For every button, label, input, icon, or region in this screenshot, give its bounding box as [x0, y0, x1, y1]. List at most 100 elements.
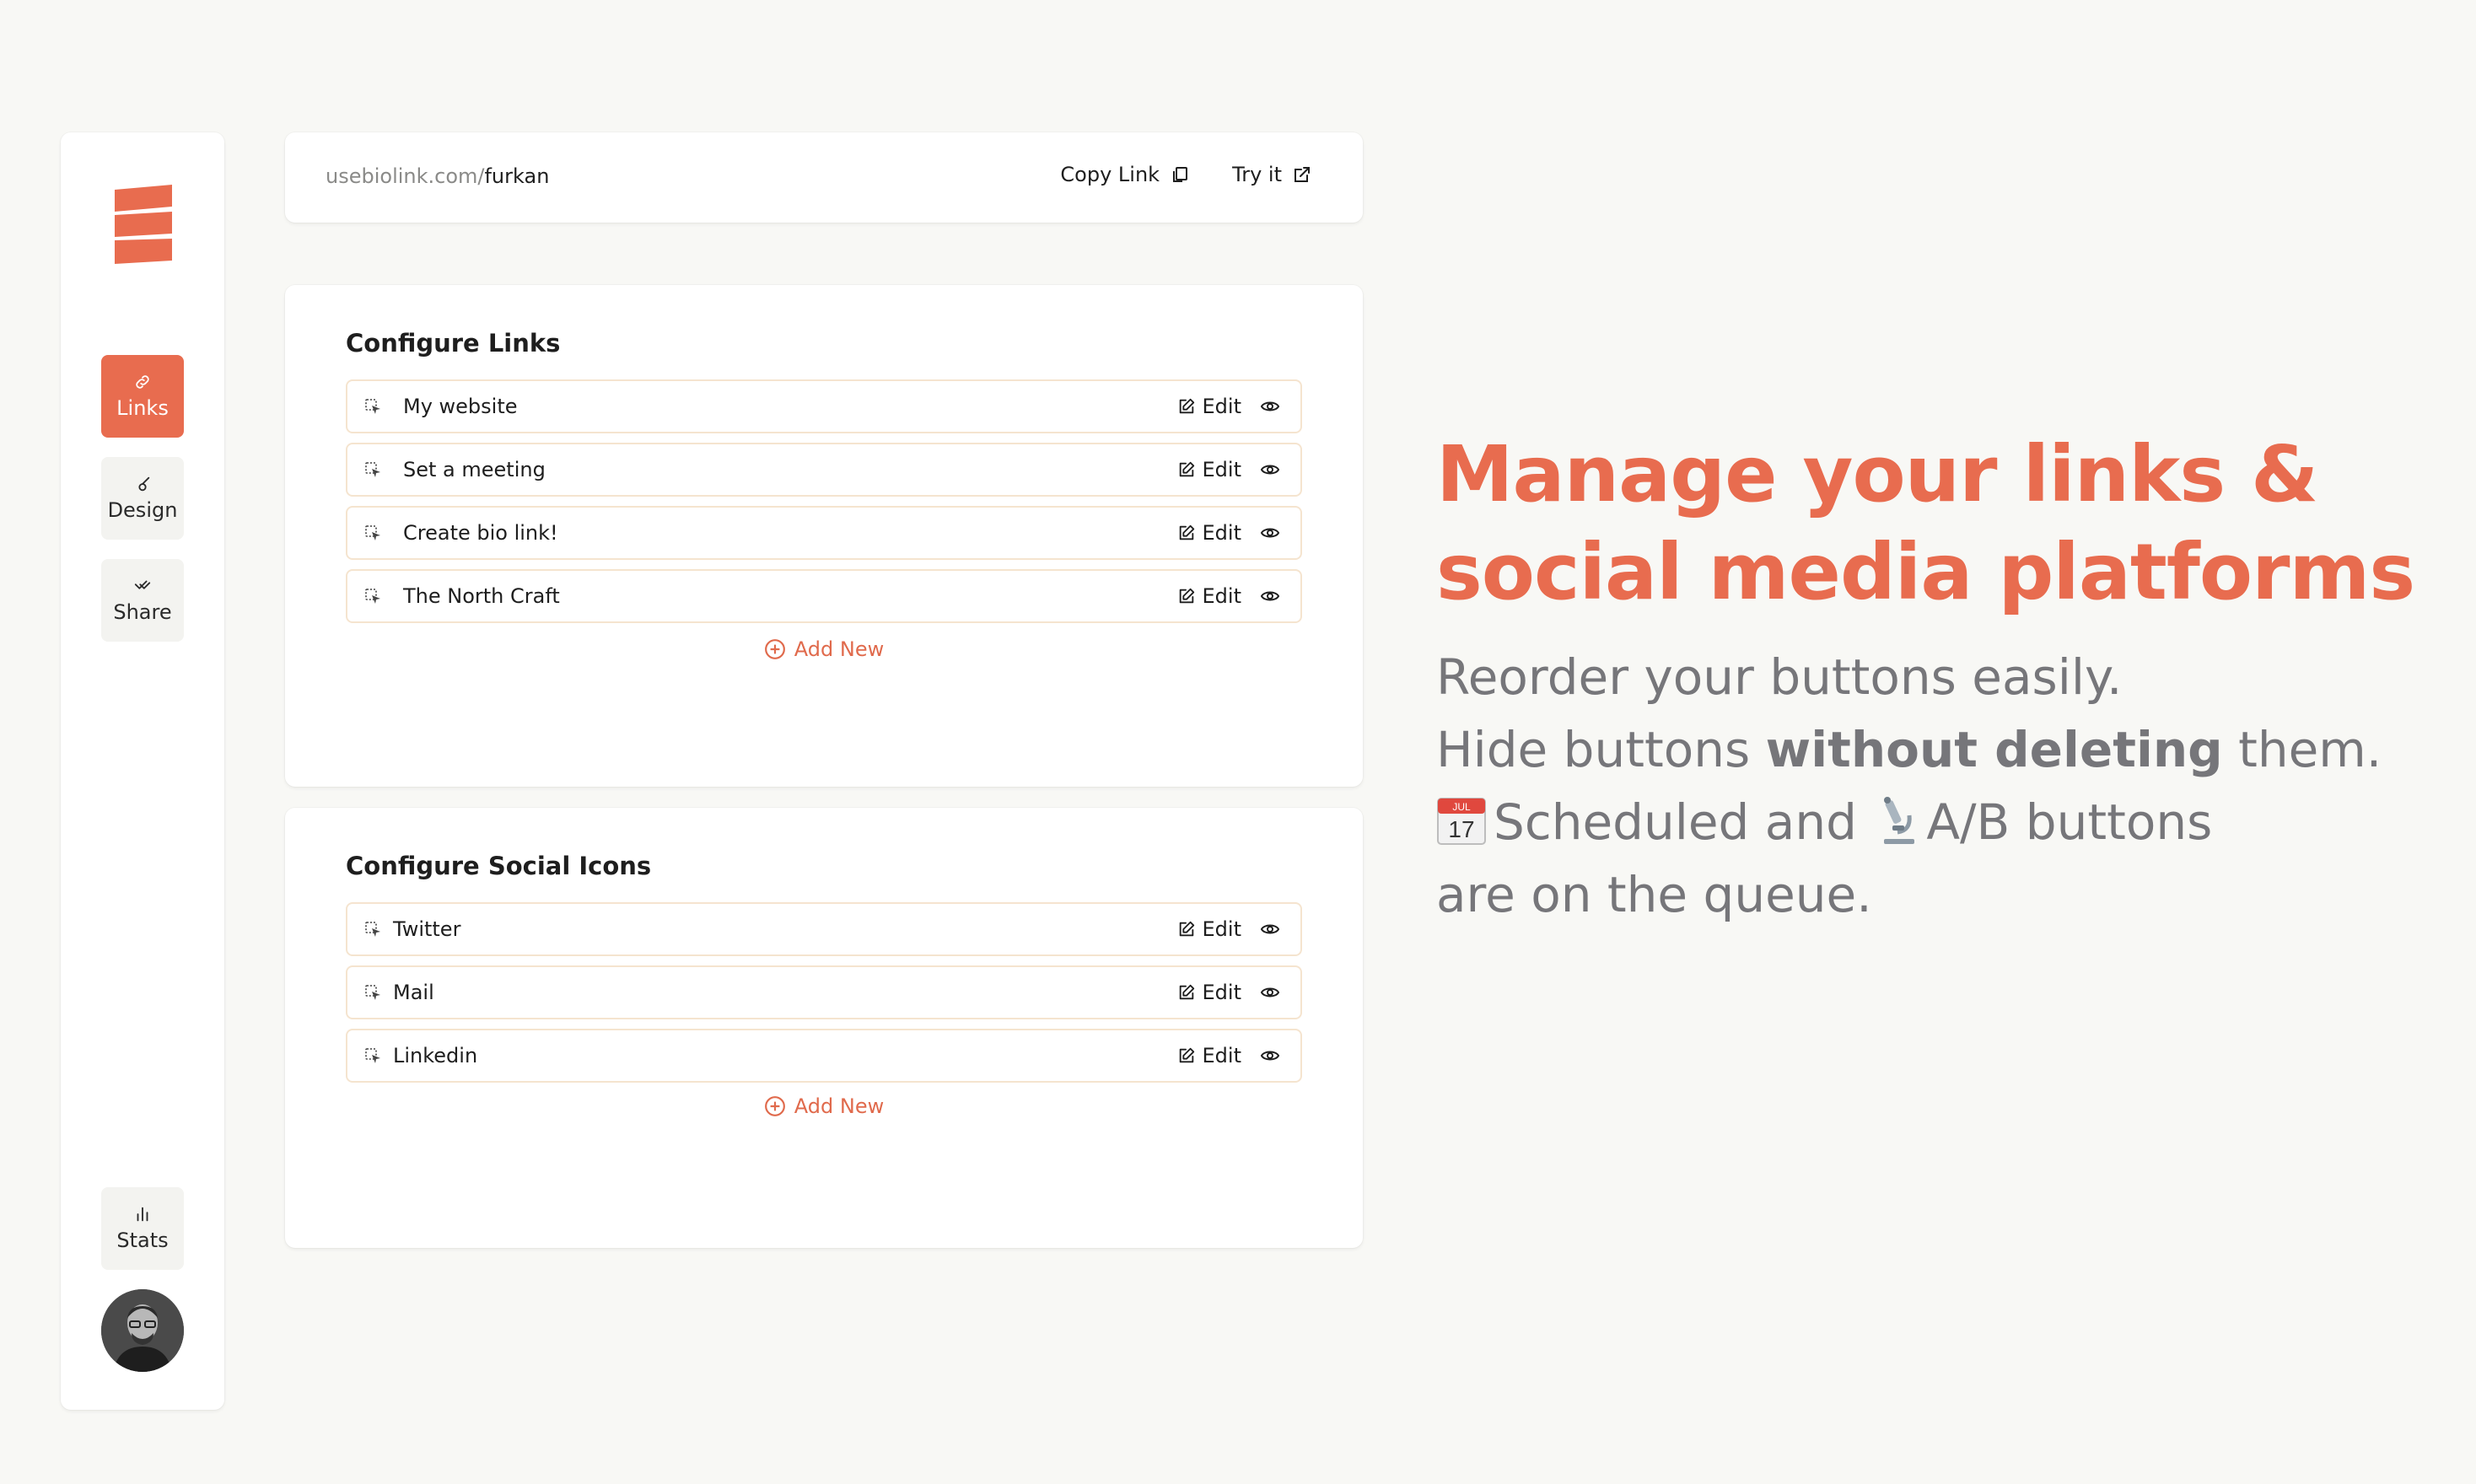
drag-handle-icon[interactable] — [364, 588, 383, 606]
edit-button[interactable]: Edit — [1177, 917, 1241, 941]
edit-label: Edit — [1202, 521, 1241, 545]
list-item[interactable]: Set a meeting Edit — [346, 443, 1302, 497]
calendar-day: 17 — [1448, 816, 1474, 842]
eye-icon[interactable] — [1260, 396, 1280, 417]
edit-button[interactable]: Edit — [1177, 584, 1241, 608]
avatar-image — [101, 1289, 184, 1372]
configure-links-title: Configure Links — [346, 329, 561, 358]
nav-design-label: Design — [107, 498, 178, 522]
add-new-social-button[interactable]: Add New — [285, 1094, 1363, 1118]
profile-url[interactable]: usebiolink.com/furkan — [326, 164, 549, 188]
edit-label: Edit — [1202, 458, 1241, 481]
eye-icon[interactable] — [1260, 919, 1280, 939]
bar-chart-icon — [137, 1207, 148, 1222]
brush-icon — [138, 476, 150, 492]
drag-handle-icon[interactable] — [364, 461, 383, 480]
list-item[interactable]: My website Edit — [346, 379, 1302, 433]
edit-icon — [1179, 984, 1194, 1000]
eye-icon[interactable] — [1260, 1046, 1280, 1066]
edit-icon — [1179, 1047, 1194, 1063]
edit-button[interactable]: Edit — [1177, 395, 1241, 418]
list-item-label: The North Craft — [403, 584, 560, 608]
url-host: usebiolink.com/ — [326, 164, 485, 188]
nav-stats[interactable]: Stats — [101, 1187, 184, 1270]
edit-label: Edit — [1202, 395, 1241, 418]
nav-design[interactable]: Design — [101, 457, 184, 540]
edit-label: Edit — [1202, 584, 1241, 608]
list-item-label: Mail — [393, 981, 434, 1004]
sub-line-4: are on the queue. — [1436, 866, 1872, 923]
edit-icon — [1179, 921, 1194, 937]
edit-label: Edit — [1202, 917, 1241, 941]
sidebar: Links Design Share Stats — [61, 132, 224, 1410]
list-item-label: Set a meeting — [403, 458, 546, 481]
drag-handle-icon[interactable] — [364, 921, 383, 939]
try-it-button[interactable]: Try it — [1232, 163, 1312, 186]
list-item-label: Linkedin — [393, 1044, 478, 1067]
list-item[interactable]: Linkedin Edit — [346, 1029, 1302, 1083]
plus-circle-icon — [764, 639, 785, 659]
configure-links-card: Configure Links My website Edit Set a meet… — [285, 285, 1363, 787]
edit-button[interactable]: Edit — [1177, 981, 1241, 1004]
links-list: My website Edit Set a meeting Edit Create bi… — [346, 379, 1302, 632]
add-new-link-button[interactable]: Add New — [285, 637, 1363, 661]
calendar-icon: JUL 17 — [1437, 798, 1486, 845]
marketing-subtext: Reorder your buttons easily. Hide button… — [1436, 641, 2465, 931]
edit-icon — [1179, 524, 1194, 540]
try-it-label: Try it — [1232, 163, 1282, 186]
social-list: Twitter Edit Mail Edit Linkedin Edit — [346, 902, 1302, 1092]
list-item[interactable]: Twitter Edit — [346, 902, 1302, 956]
eye-icon[interactable] — [1260, 982, 1280, 1003]
add-new-social-label: Add New — [794, 1094, 885, 1118]
configure-social-card: Configure Social Icons Twitter Edit Mail Ed… — [285, 808, 1363, 1248]
url-bar: usebiolink.com/furkan Copy Link Try it — [285, 132, 1363, 223]
drag-handle-icon[interactable] — [364, 984, 383, 1003]
edit-icon — [1179, 461, 1194, 477]
edit-button[interactable]: Edit — [1177, 458, 1241, 481]
headline-line-1: Manage your links & — [1436, 429, 2318, 519]
eye-icon[interactable] — [1260, 523, 1280, 543]
sub-line-3-b: A/B buttons — [1926, 793, 2213, 851]
list-item-label: My website — [403, 395, 518, 418]
external-link-icon — [1295, 167, 1310, 182]
sub-line-1: Reorder your buttons easily. — [1436, 648, 2123, 706]
eye-icon[interactable] — [1260, 460, 1280, 480]
list-item[interactable]: The North Craft Edit — [346, 569, 1302, 623]
drag-handle-icon[interactable] — [364, 398, 383, 417]
eye-icon[interactable] — [1260, 586, 1280, 606]
copy-icon — [1173, 167, 1188, 182]
marketing-headline: Manage your links & social media platfor… — [1436, 426, 2431, 621]
list-item-label: Create bio link! — [403, 521, 558, 545]
app-logo-icon[interactable] — [113, 183, 174, 264]
headline-line-2: social media platforms — [1436, 527, 2415, 617]
copy-link-button[interactable]: Copy Link — [1060, 163, 1190, 186]
nav-share[interactable]: Share — [101, 559, 184, 642]
edit-label: Edit — [1202, 1044, 1241, 1067]
copy-link-label: Copy Link — [1060, 163, 1160, 186]
list-item-label: Twitter — [393, 917, 461, 941]
drag-handle-icon[interactable] — [364, 1047, 383, 1066]
sub-line-2-post: them. — [2222, 721, 2382, 778]
url-username: furkan — [484, 164, 550, 188]
list-item[interactable]: Mail Edit — [346, 965, 1302, 1019]
avatar[interactable] — [101, 1289, 184, 1372]
link-icon — [136, 375, 149, 389]
sub-line-2: Hide buttons without deleting them. — [1436, 713, 2465, 786]
plus-circle-icon — [764, 1096, 785, 1116]
add-new-link-label: Add New — [794, 637, 885, 661]
sub-line-2-pre: Hide buttons — [1436, 721, 1766, 778]
edit-icon — [1179, 588, 1194, 604]
nav-share-label: Share — [113, 600, 172, 624]
sub-line-2-bold: without deleting — [1765, 721, 2223, 778]
nav-stats-label: Stats — [116, 1229, 169, 1252]
edit-label: Edit — [1202, 981, 1241, 1004]
list-item[interactable]: Create bio link! Edit — [346, 506, 1302, 560]
calendar-month: JUL — [1452, 801, 1471, 813]
edit-button[interactable]: Edit — [1177, 521, 1241, 545]
nav-links[interactable]: Links — [101, 355, 184, 438]
edit-button[interactable]: Edit — [1177, 1044, 1241, 1067]
edit-icon — [1179, 398, 1194, 414]
drag-handle-icon[interactable] — [364, 524, 383, 543]
microscope-icon — [1884, 797, 1915, 844]
nav-links-label: Links — [116, 396, 169, 420]
